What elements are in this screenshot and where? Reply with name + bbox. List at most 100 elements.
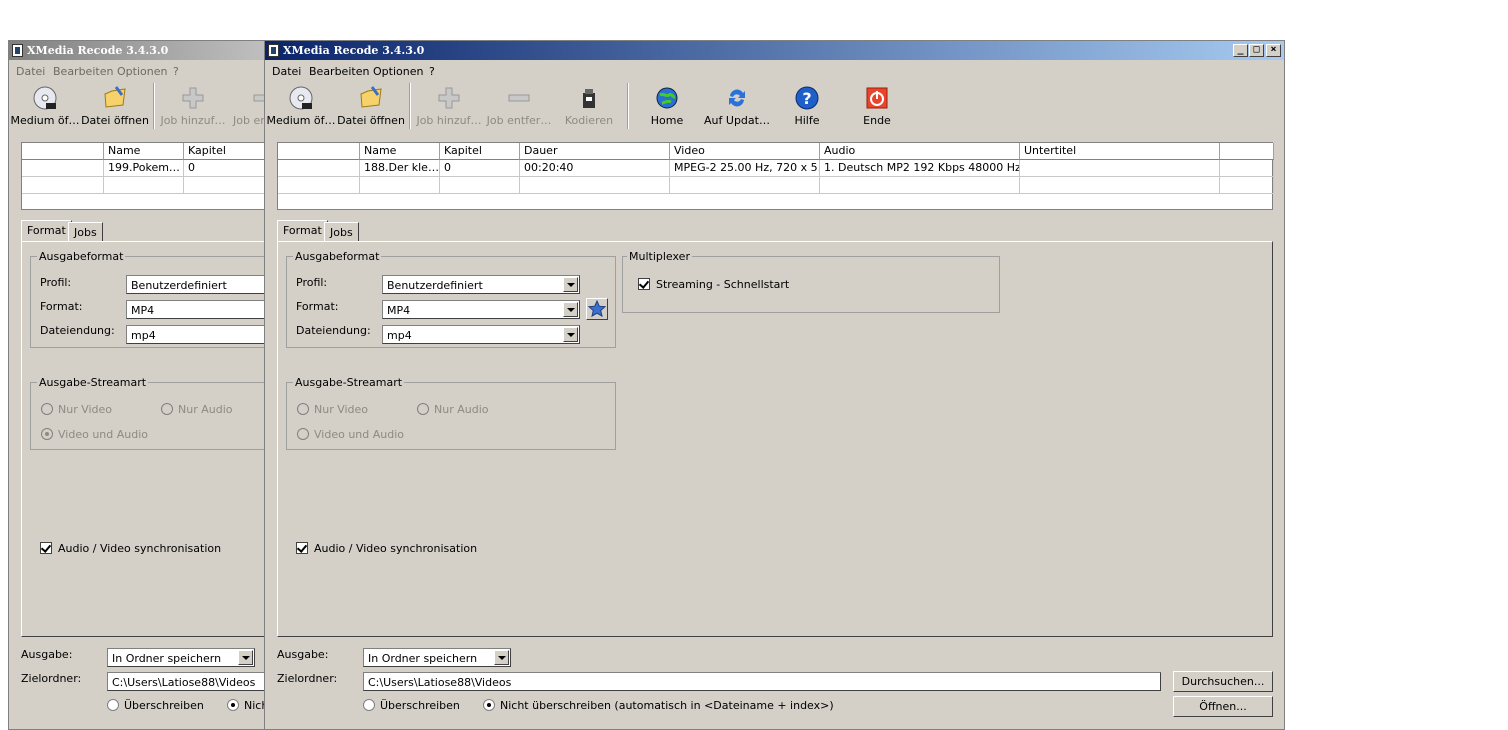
grid-cell-untertitel[interactable]: [1020, 160, 1220, 177]
format-select[interactable]: MP4: [382, 300, 580, 319]
grid-cell-audio[interactable]: 1. Deutsch MP2 192 Kbps 48000 Hz …: [820, 160, 1020, 177]
grid-empty-row: [1020, 177, 1220, 194]
back-title-bar[interactable]: XMedia Recode 3.4.3.0: [9, 41, 269, 60]
ext-label: Dateiendung:: [40, 324, 115, 337]
profil-select[interactable]: Benutzerdefiniert: [382, 275, 580, 294]
radio-no-overwrite[interactable]: Nich: [227, 699, 268, 712]
format-select[interactable]: MP4: [126, 300, 269, 319]
grid-header-kapitel[interactable]: Kapitel: [440, 143, 520, 160]
checkbox-box: [296, 542, 308, 554]
exit-button[interactable]: Ende: [847, 83, 907, 129]
profil-select[interactable]: Benutzerdefiniert: [126, 275, 269, 294]
front-title-bar[interactable]: XMedia Recode 3.4.3.0 _ □ ×: [265, 41, 1284, 60]
tab-jobs[interactable]: Jobs: [324, 222, 359, 242]
help-button[interactable]: ? Hilfe: [777, 83, 837, 129]
streaming-checkbox[interactable]: Streaming - Schnellstart: [638, 278, 789, 291]
grid-header-kapitel[interactable]: Kapitel: [184, 143, 269, 160]
radio-overwrite[interactable]: Überschreiben: [107, 699, 204, 712]
ausgabe-value: In Ordner speichern: [368, 652, 478, 665]
sync-checkbox[interactable]: Audio / Video synchronisation: [296, 542, 477, 555]
grid-cell[interactable]: [278, 160, 360, 177]
radio-dot: [363, 699, 375, 711]
grid-cell-video[interactable]: MPEG-2 25.00 Hz, 720 x 5…: [670, 160, 820, 177]
grid-empty-row: [670, 177, 820, 194]
radio-video-audio[interactable]: Video und Audio: [41, 428, 148, 441]
grid-empty-row: [1220, 177, 1274, 194]
grid-header-video[interactable]: Video: [670, 143, 820, 160]
dropdown-arrow-icon[interactable]: [238, 650, 253, 665]
back-job-grid[interactable]: Name Kapitel 199.Pokem… 0: [21, 142, 269, 210]
radio-overwrite[interactable]: Überschreiben: [363, 699, 460, 712]
radio-label: Nur Video: [58, 403, 113, 416]
globe-icon: [656, 87, 678, 109]
tab-format[interactable]: Format: [21, 220, 72, 242]
radio-video-audio[interactable]: Video und Audio: [297, 428, 404, 441]
grid-cell-kapitel[interactable]: 0: [184, 160, 269, 177]
close-button[interactable]: ×: [1266, 44, 1281, 57]
grid-header-audio[interactable]: Audio: [820, 143, 1020, 160]
ext-select[interactable]: mp4: [126, 325, 269, 344]
front-window[interactable]: XMedia Recode 3.4.3.0 _ □ × Datei Bearbe…: [264, 40, 1285, 730]
ziel-input[interactable]: C:\Users\Latiose88\Videos: [363, 672, 1161, 691]
menu-optionen[interactable]: Optionen: [117, 65, 167, 78]
radio-nur-video[interactable]: Nur Video: [297, 403, 368, 416]
ext-select[interactable]: mp4: [382, 325, 580, 344]
menu-datei[interactable]: Datei: [272, 65, 301, 78]
menu-bearbeiten[interactable]: Bearbeiten: [53, 65, 113, 78]
back-window[interactable]: XMedia Recode 3.4.3.0 Datei Bearbeiten O…: [8, 40, 270, 730]
tab-format[interactable]: Format: [277, 220, 328, 242]
grid-empty-row: [22, 177, 104, 194]
minimize-button[interactable]: _: [1233, 44, 1248, 57]
multiplexer-group: Multiplexer Streaming - Schnellstart: [622, 250, 1000, 313]
tab-jobs[interactable]: Jobs: [68, 222, 103, 242]
front-job-grid[interactable]: Name Kapitel Dauer Video Audio Untertite…: [277, 142, 1274, 210]
open-output-button[interactable]: Öffnen...: [1173, 696, 1273, 717]
ausgabe-select[interactable]: In Ordner speichern: [363, 648, 511, 667]
update-button[interactable]: Auf Updat…: [704, 83, 770, 129]
grid-cell[interactable]: [22, 160, 104, 177]
dropdown-arrow-icon[interactable]: [563, 302, 578, 317]
ziel-input[interactable]: C:\Users\Latiose88\Videos: [107, 672, 269, 691]
radio-label: Video und Audio: [58, 428, 149, 441]
open-file-button[interactable]: Datei öffnen: [337, 83, 405, 129]
grid-cell-name[interactable]: 199.Pokem…: [104, 160, 184, 177]
open-file-button[interactable]: Datei öffnen: [81, 83, 149, 129]
add-job-button[interactable]: Job hinzuf…: [160, 83, 226, 129]
open-disc-button[interactable]: Medium öf…: [266, 83, 336, 129]
add-job-button[interactable]: Job hinzuf…: [416, 83, 482, 129]
radio-nur-video[interactable]: Nur Video: [41, 403, 112, 416]
minus-icon: [508, 94, 530, 102]
open-disc-button[interactable]: Medium öf…: [10, 83, 80, 129]
grid-header-name[interactable]: Name: [104, 143, 184, 160]
grid-cell-extra[interactable]: [1220, 160, 1274, 177]
home-button[interactable]: Home: [637, 83, 697, 129]
radio-nur-audio[interactable]: Nur Audio: [417, 403, 488, 416]
group-title: Multiplexer: [627, 250, 692, 263]
menu-help[interactable]: ?: [173, 65, 179, 78]
grid-cell-name[interactable]: 188.Der kle…: [360, 160, 440, 177]
menu-datei[interactable]: Datei: [16, 65, 45, 78]
sync-checkbox[interactable]: Audio / Video synchronisation: [40, 542, 221, 555]
grid-header-name[interactable]: Name: [360, 143, 440, 160]
browse-button[interactable]: Durchsuchen...: [1173, 671, 1273, 692]
grid-header-untertitel[interactable]: Untertitel: [1020, 143, 1220, 160]
format-value: MP4: [131, 304, 155, 317]
ausgabeformat-group: Ausgabeformat Profil: Benutzerdefiniert …: [30, 250, 269, 348]
remove-job-button[interactable]: Job entfer…: [487, 83, 551, 129]
menu-bearbeiten[interactable]: Bearbeiten: [309, 65, 369, 78]
maximize-button[interactable]: □: [1249, 44, 1264, 57]
grid-cell-kapitel[interactable]: 0: [440, 160, 520, 177]
ausgabe-select[interactable]: In Ordner speichern: [107, 648, 255, 667]
menu-help[interactable]: ?: [429, 65, 435, 78]
favorite-button[interactable]: [586, 298, 608, 320]
encode-button[interactable]: Kodieren: [559, 83, 619, 129]
streaming-label: Streaming - Schnellstart: [656, 278, 790, 291]
menu-optionen[interactable]: Optionen: [373, 65, 423, 78]
dropdown-arrow-icon[interactable]: [563, 327, 578, 342]
grid-header-dauer[interactable]: Dauer: [520, 143, 670, 160]
radio-nur-audio[interactable]: Nur Audio: [161, 403, 232, 416]
dropdown-arrow-icon[interactable]: [494, 650, 509, 665]
dropdown-arrow-icon[interactable]: [563, 277, 578, 292]
radio-no-overwrite[interactable]: Nicht überschreiben (automatisch in <Dat…: [483, 699, 834, 712]
grid-cell-dauer[interactable]: 00:20:40: [520, 160, 670, 177]
